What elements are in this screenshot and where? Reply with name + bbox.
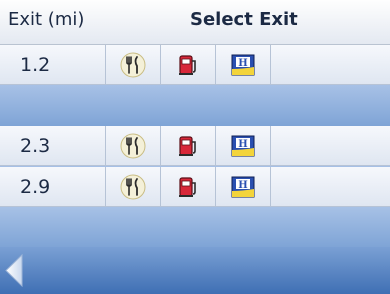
hotel-icon[interactable]: H	[216, 126, 271, 166]
fork-knife-icon[interactable]	[106, 167, 161, 207]
exit-distance: 2.3	[0, 126, 106, 166]
row-separator	[0, 207, 390, 247]
exit-distance: 2.9	[0, 167, 106, 207]
svg-text:H: H	[238, 180, 247, 191]
exit-row[interactable]: 1.2 H	[0, 45, 390, 85]
exit-row[interactable]: 2.3 H	[0, 126, 390, 166]
gas-pump-icon[interactable]	[161, 45, 216, 85]
hotel-icon[interactable]: H	[216, 167, 271, 207]
svg-text:H: H	[238, 139, 247, 150]
row-separator	[0, 85, 390, 126]
fork-knife-icon[interactable]	[106, 45, 161, 85]
gas-pump-icon[interactable]	[161, 167, 216, 207]
exit-row[interactable]: 2.9 H	[0, 167, 390, 207]
header-bar: Exit (mi) Select Exit	[0, 0, 390, 45]
row-spacer	[271, 167, 390, 207]
gas-pump-icon[interactable]	[161, 126, 216, 166]
svg-text:H: H	[238, 58, 247, 69]
hotel-icon[interactable]: H	[216, 45, 271, 85]
footer-bar	[0, 247, 390, 294]
exit-distance: 1.2	[0, 45, 106, 85]
fork-knife-icon[interactable]	[106, 126, 161, 166]
page-title: Select Exit	[190, 9, 298, 30]
row-spacer	[271, 126, 390, 166]
row-spacer	[271, 45, 390, 85]
back-arrow-icon[interactable]	[2, 249, 28, 292]
exit-column-header: Exit (mi)	[8, 9, 85, 30]
